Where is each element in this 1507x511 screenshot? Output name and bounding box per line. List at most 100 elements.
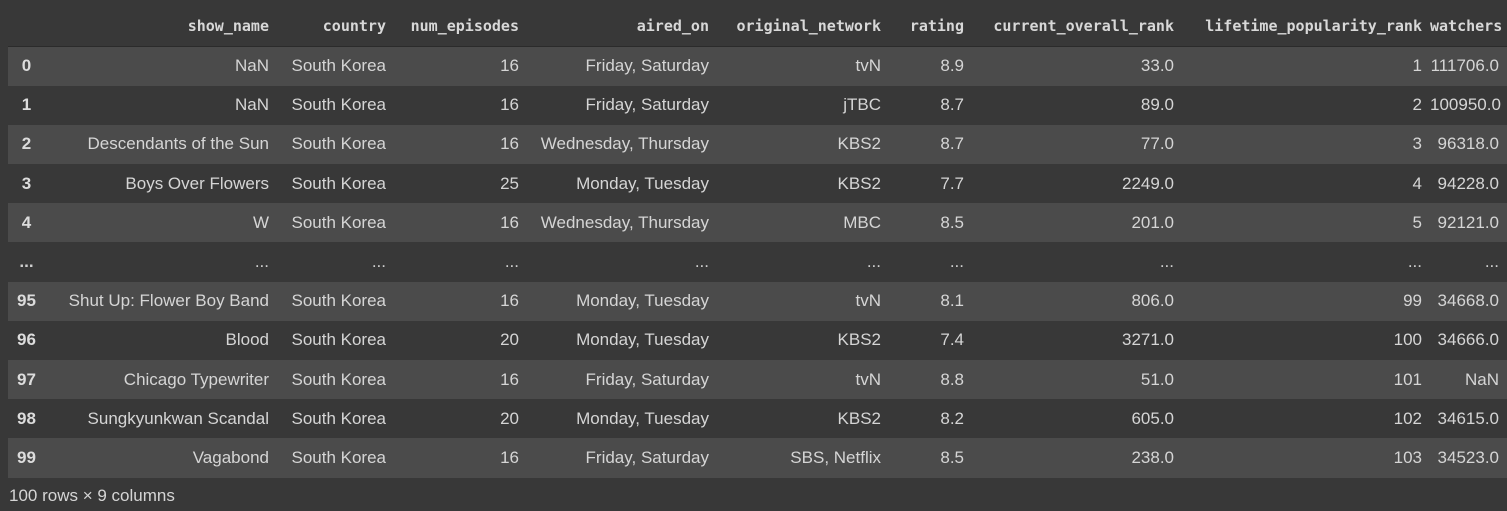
cell-num-episodes: 16 (500, 56, 519, 76)
cell-rating: 8.2 (940, 408, 964, 428)
cell-num-episodes: 16 (500, 291, 519, 311)
cell-num-episodes: 16 (500, 447, 519, 467)
dataframe-shape-footer: 100 rows × 9 columns (9, 486, 175, 505)
cell-current-overall-rank: 77.0 (1140, 134, 1174, 154)
column-header-current-overall-rank: current_overall_rank (972, 6, 1182, 47)
cell-show-name: Descendants of the Sun (87, 134, 269, 154)
cell-current-overall-rank: 33.0 (1140, 56, 1174, 76)
cell-country: ... (371, 252, 386, 272)
cell-current-overall-rank: 201.0 (1131, 212, 1174, 232)
cell-lifetime-popularity-rank: 3 (1412, 134, 1422, 154)
cell-current-overall-rank: 238.0 (1131, 447, 1174, 467)
cell-current-overall-rank: 806.0 (1131, 291, 1174, 311)
cell-original-network: KBS2 (837, 173, 881, 193)
row-index: 98 (17, 408, 36, 428)
row-index: 2 (21, 134, 32, 154)
cell-lifetime-popularity-rank: 5 (1412, 212, 1422, 232)
cell-watchers: 34615.0 (1437, 408, 1499, 428)
cell-num-episodes: 20 (500, 330, 519, 350)
table-row: 2 Descendants of the Sun South Korea 16 … (8, 124, 1507, 165)
cell-aired-on: Monday, Tuesday (576, 408, 709, 428)
column-header-show-name: show_name (45, 6, 277, 47)
cell-rating: 8.1 (940, 291, 964, 311)
cell-num-episodes: 16 (500, 212, 519, 232)
cell-show-name: ... (254, 252, 269, 272)
row-index: ... (19, 252, 34, 272)
row-index: 4 (21, 212, 32, 232)
row-index: 0 (21, 56, 32, 76)
cell-lifetime-popularity-rank: 99 (1403, 291, 1422, 311)
column-header-watchers: watchers (1430, 6, 1507, 47)
cell-lifetime-popularity-rank: 101 (1393, 369, 1422, 389)
table-row: 97 Chicago Typewriter South Korea 16 Fri… (8, 360, 1507, 400)
cell-country: South Korea (291, 369, 386, 389)
cell-watchers: 34666.0 (1437, 330, 1499, 350)
cell-current-overall-rank: 605.0 (1131, 408, 1174, 428)
table-row: 1 NaN South Korea 16 Friday, Saturday jT… (8, 85, 1507, 125)
cell-country: South Korea (291, 291, 386, 311)
cell-show-name: NaN (234, 95, 269, 115)
cell-num-episodes: 25 (500, 173, 519, 193)
header-row: show_name country num_episodes aired_on … (8, 6, 1507, 47)
cell-aired-on: Friday, Saturday (585, 369, 709, 389)
cell-watchers: 100950.0 (1430, 95, 1501, 115)
cell-original-network: tvN (855, 56, 882, 76)
cell-show-name: W (252, 212, 269, 232)
cell-lifetime-popularity-rank: 2 (1412, 95, 1422, 115)
column-header-rating: rating (889, 6, 972, 47)
column-header-original-network: original_network (717, 6, 889, 47)
cell-original-network: tvN (855, 369, 882, 389)
cell-aired-on: Wednesday, Thursday (540, 212, 709, 232)
cell-current-overall-rank: 2249.0 (1122, 173, 1174, 193)
table-row: 99 Vagabond South Korea 16 Friday, Satur… (8, 438, 1507, 478)
cell-aired-on: Monday, Tuesday (576, 291, 709, 311)
cell-country: South Korea (291, 447, 386, 467)
cell-country: South Korea (291, 56, 386, 76)
cell-original-network: KBS2 (837, 134, 881, 154)
cell-aired-on: ... (694, 252, 709, 272)
cell-watchers: 34668.0 (1437, 291, 1499, 311)
cell-num-episodes: 16 (500, 134, 519, 154)
cell-show-name: NaN (234, 56, 269, 76)
cell-watchers: ... (1484, 252, 1499, 272)
cell-aired-on: Friday, Saturday (585, 56, 709, 76)
cell-rating: 7.7 (940, 173, 964, 193)
row-index: 95 (17, 291, 36, 311)
column-header-aired-on: aired_on (527, 6, 717, 47)
table-row: 0 NaN South Korea 16 Friday, Saturday tv… (8, 46, 1507, 86)
cell-show-name: Blood (225, 330, 269, 350)
cell-country: South Korea (291, 173, 386, 193)
column-header-lifetime-popularity-rank: lifetime_popularity_rank (1182, 6, 1430, 47)
cell-original-network: KBS2 (837, 408, 881, 428)
dataframe-output: show_name country num_episodes aired_on … (8, 6, 1507, 478)
cell-country: South Korea (291, 134, 386, 154)
cell-num-episodes: 20 (500, 408, 519, 428)
cell-current-overall-rank: 3271.0 (1122, 330, 1174, 350)
table-row: 3 Boys Over Flowers South Korea 25 Monda… (8, 164, 1507, 204)
cell-lifetime-popularity-rank: ... (1407, 252, 1422, 272)
cell-aired-on: Wednesday, Thursday (540, 134, 709, 154)
cell-country: South Korea (291, 330, 386, 350)
cell-num-episodes: 16 (500, 369, 519, 389)
table-row: 96 Blood South Korea 20 Monday, Tuesday … (8, 320, 1507, 360)
cell-watchers: 94228.0 (1437, 173, 1499, 193)
cell-rating: ... (949, 252, 964, 272)
cell-country: South Korea (291, 408, 386, 428)
cell-show-name: Chicago Typewriter (123, 369, 269, 389)
cell-lifetime-popularity-rank: 103 (1393, 447, 1422, 467)
cell-watchers: 34523.0 (1437, 447, 1499, 467)
column-header-num-episodes: num_episodes (394, 6, 527, 47)
table-row: 98 Sungkyunkwan Scandal South Korea 20 M… (8, 399, 1507, 439)
cell-original-network: ... (866, 252, 881, 272)
row-index: 96 (17, 330, 36, 350)
table-row: 95 Shut Up: Flower Boy Band South Korea … (8, 281, 1507, 321)
cell-num-episodes: ... (504, 252, 519, 272)
cell-show-name: Shut Up: Flower Boy Band (68, 291, 269, 311)
cell-aired-on: Monday, Tuesday (576, 330, 709, 350)
cell-rating: 8.7 (940, 134, 964, 154)
cell-watchers: 92121.0 (1437, 212, 1499, 232)
cell-current-overall-rank: 51.0 (1140, 369, 1174, 389)
cell-country: South Korea (291, 95, 386, 115)
index-header (8, 6, 45, 47)
ellipsis-row: ... ... ... ... ... ... ... ... ... ... (8, 242, 1507, 282)
